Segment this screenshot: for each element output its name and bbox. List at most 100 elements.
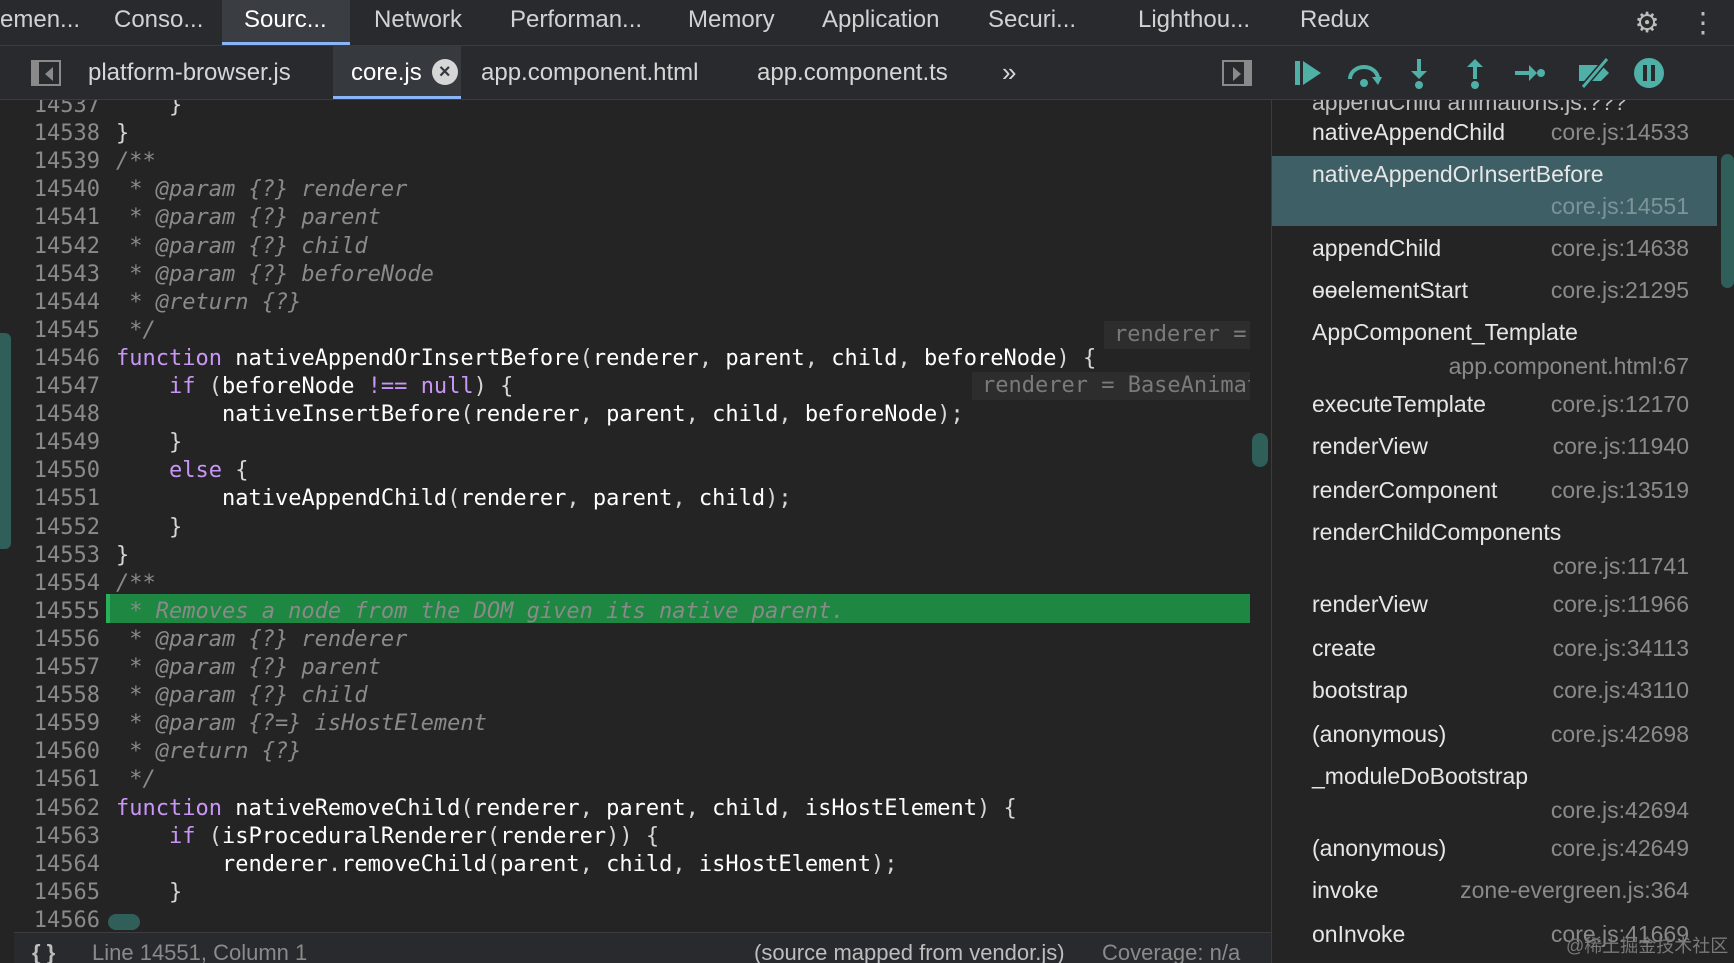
source-map-info[interactable]: (source mapped from vendor.js) <box>754 933 1065 963</box>
call-frame-location[interactable]: core.js:11966 <box>1553 586 1689 622</box>
tab-lighthouse[interactable]: Lighthou... <box>1124 0 1274 45</box>
call-frame-location[interactable]: core.js:11940 <box>1553 428 1689 464</box>
line-number[interactable]: 14557 <box>14 654 100 682</box>
step-out-icon[interactable] <box>1455 55 1495 91</box>
call-frame[interactable]: create core.js:34113 <box>1272 630 1717 672</box>
pause-on-exceptions-icon[interactable] <box>1629 55 1669 91</box>
line-number[interactable]: 14565 <box>14 879 100 907</box>
line-number[interactable]: 14539 <box>14 148 100 176</box>
line-number[interactable]: 14563 <box>14 823 100 851</box>
line-number[interactable]: 14550 <box>14 457 100 485</box>
line-number[interactable]: 14564 <box>14 851 100 879</box>
call-frame-location[interactable]: core.js:12170 <box>1551 386 1689 422</box>
step-over-icon[interactable] <box>1344 55 1384 91</box>
toggle-navigator-icon[interactable] <box>31 60 61 86</box>
call-frame[interactable]: ɵɵelementStart core.js:21295 <box>1272 272 1717 314</box>
call-frame[interactable]: renderView core.js:11966 <box>1272 586 1717 628</box>
call-frame[interactable]: _moduleDoBootstrap core.js:42694 <box>1272 758 1717 830</box>
line-number[interactable]: 14542 <box>14 233 100 261</box>
call-frame[interactable]: nativeAppendChild core.js:14533 <box>1272 114 1717 158</box>
code-line[interactable]: 14562 function nativeRemoveChild(renderer… <box>14 795 1254 823</box>
call-frame-location[interactable]: core.js:14533 <box>1551 114 1689 150</box>
deactivate-breakpoints-icon[interactable] <box>1575 55 1615 91</box>
code-line[interactable]: 14543 * @param {?} beforeNode <box>14 261 1254 289</box>
tab-application[interactable]: Application <box>810 0 960 45</box>
code-line[interactable]: 14559 * @param {?=} isHostElement <box>14 710 1254 738</box>
line-number[interactable]: 14559 <box>14 710 100 738</box>
call-frame-location[interactable]: app.component.html:67 <box>1449 348 1689 384</box>
code-line[interactable]: 14537 } <box>14 100 1254 120</box>
code-editor[interactable]: 14537 } 14538} 14539/** 14540 * @param {?} … <box>0 100 1271 932</box>
code-line[interactable]: 14564 renderer.removeChild(parent, child… <box>14 851 1254 879</box>
tab-memory[interactable]: Memory <box>676 0 786 45</box>
line-number[interactable]: 14538 <box>14 120 100 148</box>
call-frame[interactable]: renderChildComponents core.js:11741 <box>1272 514 1717 586</box>
code-line[interactable]: 14540 * @param {?} renderer <box>14 176 1254 204</box>
code-line[interactable]: 14554 /** <box>14 570 1254 598</box>
call-frame-location[interactable]: core.js:42698 <box>1551 716 1689 752</box>
code-line[interactable]: 14541 * @param {?} parent <box>14 204 1254 232</box>
call-frame[interactable]: renderComponent core.js:13519 <box>1272 472 1717 514</box>
line-number[interactable]: 14546 <box>14 345 100 373</box>
line-number[interactable]: 14548 <box>14 401 100 429</box>
code-line[interactable]: 14548 nativeInsertBefore(renderer, paren… <box>14 401 1254 429</box>
line-number[interactable]: 14566 <box>14 907 100 932</box>
call-frame-location[interactable]: core.js:34113 <box>1553 630 1689 666</box>
call-stack-scrollbar[interactable] <box>1721 154 1734 288</box>
tab-performance[interactable]: Performan... <box>496 0 646 45</box>
call-frame[interactable]: (anonymous) core.js:42698 <box>1272 716 1717 758</box>
code-line[interactable]: 14557 * @param {?} parent <box>14 654 1254 682</box>
call-frame-location[interactable]: core.js:43110 <box>1553 672 1689 708</box>
line-number[interactable]: 14560 <box>14 738 100 766</box>
kebab-menu-icon[interactable]: ⋮ <box>1686 6 1720 40</box>
line-number[interactable]: 14547 <box>14 373 100 401</box>
code-line[interactable]: 14546 function nativeAppendOrInsertBefore… <box>14 345 1254 373</box>
call-frame-location[interactable]: core.js:14551 <box>1551 188 1689 224</box>
step-into-icon[interactable] <box>1399 55 1439 91</box>
code-line[interactable]: 14553} <box>14 542 1254 570</box>
tab-redux[interactable]: Redux <box>1286 0 1376 45</box>
line-number[interactable]: 14540 <box>14 176 100 204</box>
call-frame-location[interactable]: zone-evergreen.js:364 <box>1460 872 1689 908</box>
call-frame-location[interactable]: core.js:13519 <box>1551 472 1689 508</box>
file-tab-platform-browser[interactable]: platform-browser.js <box>78 46 320 99</box>
code-line[interactable]: 14550 else { <box>14 457 1254 485</box>
code-line[interactable]: 14539 /** <box>14 148 1254 176</box>
call-frame[interactable]: appendChild core.js:14638 <box>1272 230 1717 272</box>
line-number[interactable]: 14541 <box>14 204 100 232</box>
line-number[interactable]: 14543 <box>14 261 100 289</box>
call-frame[interactable]: (anonymous) core.js:42649 <box>1272 830 1717 872</box>
tab-network[interactable]: Network <box>362 0 472 45</box>
code-line[interactable]: 14558 * @param {?} child <box>14 682 1254 710</box>
tab-elements[interactable]: emen... <box>0 0 86 45</box>
line-number[interactable]: 14537 <box>14 100 100 120</box>
call-frame-location[interactable]: core.js:14638 <box>1551 230 1689 266</box>
line-number[interactable]: 14554 <box>14 570 100 598</box>
horizontal-scrollbar[interactable] <box>108 914 140 930</box>
call-frame-location[interactable]: core.js:11741 <box>1553 548 1689 584</box>
code-line[interactable]: 14542 * @param {?} child <box>14 233 1254 261</box>
call-frame-location[interactable]: core.js:42649 <box>1551 830 1689 866</box>
call-frame[interactable]: AppComponent_Template app.component.html:… <box>1272 314 1717 386</box>
line-number[interactable]: 14549 <box>14 429 100 457</box>
call-frame[interactable]: executeTemplate core.js:12170 <box>1272 386 1717 428</box>
call-frame[interactable]: bootstrap core.js:43110 <box>1272 672 1717 714</box>
code-line[interactable]: 14552 } <box>14 514 1254 542</box>
call-frame-location[interactable]: core.js:21295 <box>1551 272 1689 308</box>
code-line[interactable]: 14538} <box>14 120 1254 148</box>
resume-icon[interactable] <box>1289 55 1329 91</box>
tab-security[interactable]: Securi... <box>976 0 1086 45</box>
step-icon[interactable] <box>1509 55 1549 91</box>
code-line[interactable]: 14551 nativeAppendChild(renderer, parent… <box>14 485 1254 513</box>
code-line[interactable]: 14544 * @return {?} <box>14 289 1254 317</box>
code-line[interactable]: 14555 * Removes a node from the DOM give… <box>14 598 1254 626</box>
line-number[interactable]: 14555 <box>14 598 100 626</box>
code-line[interactable]: 14545 */ <box>14 317 1254 345</box>
code-line[interactable]: 14561 */ <box>14 766 1254 794</box>
pretty-print-icon[interactable]: { } <box>32 933 55 963</box>
line-number[interactable]: 14556 <box>14 626 100 654</box>
close-tab-icon[interactable]: × <box>431 59 458 85</box>
code-line[interactable]: 14549 } <box>14 429 1254 457</box>
line-number[interactable]: 14552 <box>14 514 100 542</box>
line-number[interactable]: 14551 <box>14 485 100 513</box>
